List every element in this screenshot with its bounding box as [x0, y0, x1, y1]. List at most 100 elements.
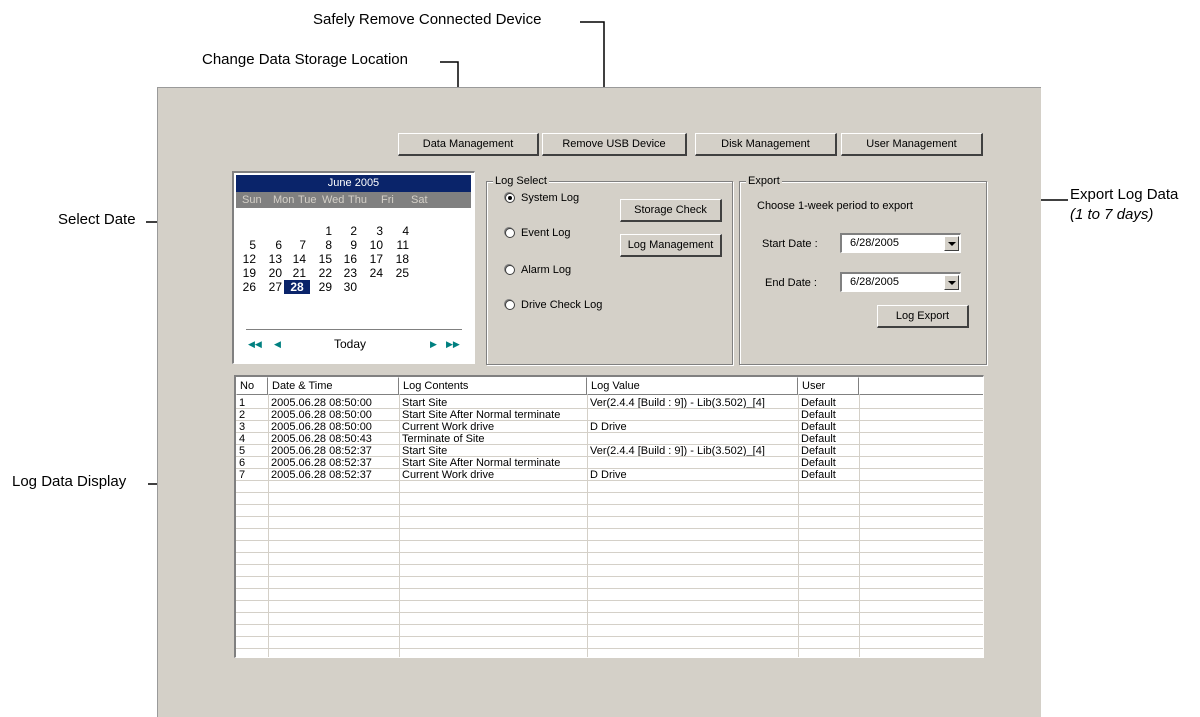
calendar-day[interactable]: 24 — [365, 266, 383, 280]
radio-dot[interactable] — [505, 300, 515, 310]
calendar-day[interactable]: 15 — [314, 252, 332, 266]
column-divider — [587, 395, 588, 657]
next-year-icon[interactable]: ▶▶ — [446, 339, 460, 350]
date-calendar[interactable]: June 2005 Sun Mon Tue Wed Thu Fri Sat 12… — [232, 171, 475, 364]
row-divider — [236, 480, 983, 481]
start-date-select[interactable]: 6/28/2005 — [840, 233, 961, 253]
calendar-weekday-header: Sun Mon Tue Wed Thu Fri Sat — [236, 192, 471, 208]
disk-management-button[interactable]: Disk Management — [695, 133, 837, 156]
prev-month-icon[interactable]: ◀ — [274, 339, 281, 350]
row-divider — [236, 552, 983, 553]
remove-usb-device-button[interactable]: Remove USB Device — [542, 133, 687, 156]
row-divider — [236, 564, 983, 565]
calendar-day[interactable]: 16 — [339, 252, 357, 266]
radio-dot[interactable] — [505, 193, 515, 203]
row-divider — [236, 420, 983, 421]
radio-label: System Log — [521, 192, 580, 204]
column-divider — [859, 395, 860, 657]
calendar-day[interactable]: 27 — [264, 280, 282, 294]
row-divider — [236, 492, 983, 493]
radio-system-log[interactable]: System Log — [505, 192, 579, 204]
weekday-label: Fri — [381, 194, 394, 206]
next-month-icon[interactable]: ▶ — [430, 339, 437, 350]
column-header[interactable] — [859, 377, 983, 395]
start-date-label: Start Date : — [762, 238, 818, 250]
calendar-day[interactable]: 6 — [264, 238, 282, 252]
row-divider — [236, 576, 983, 577]
row-divider — [236, 648, 983, 649]
column-header[interactable]: Log Value — [587, 377, 798, 395]
calendar-day[interactable]: 26 — [238, 280, 256, 294]
calendar-day[interactable]: 25 — [391, 266, 409, 280]
column-header[interactable]: No — [236, 377, 268, 395]
calendar-day[interactable]: 17 — [365, 252, 383, 266]
column-divider — [268, 395, 269, 657]
column-header[interactable]: Date & Time — [268, 377, 399, 395]
calendar-day[interactable]: 21 — [288, 266, 306, 280]
calendar-day[interactable]: 14 — [288, 252, 306, 266]
log-data-table[interactable]: No Date & Time Log Contents Log Value Us… — [234, 375, 984, 658]
calendar-day[interactable]: 7 — [288, 238, 306, 252]
calendar-day[interactable]: 10 — [365, 238, 383, 252]
calendar-day[interactable]: 11 — [391, 238, 409, 252]
radio-event-log[interactable]: Event Log — [505, 227, 571, 239]
calendar-day[interactable]: 4 — [391, 224, 409, 238]
storage-check-button[interactable]: Storage Check — [620, 199, 722, 222]
annotation-change-storage: Change Data Storage Location — [202, 51, 408, 68]
chevron-down-icon[interactable] — [944, 275, 959, 290]
user-management-button[interactable]: User Management — [841, 133, 983, 156]
chevron-down-icon[interactable] — [944, 236, 959, 251]
column-divider — [399, 395, 400, 657]
weekday-label: Wed — [322, 194, 345, 206]
calendar-day[interactable]: 5 — [238, 238, 256, 252]
column-divider — [798, 395, 799, 657]
calendar-day-selected[interactable]: 28 — [284, 280, 310, 294]
calendar-day[interactable]: 19 — [238, 266, 256, 280]
today-button[interactable]: Today — [334, 337, 366, 351]
prev-year-icon[interactable]: ◀◀ — [248, 339, 262, 350]
column-header[interactable]: User — [798, 377, 859, 395]
calendar-day[interactable]: 8 — [314, 238, 332, 252]
row-divider — [236, 540, 983, 541]
row-divider — [236, 636, 983, 637]
radio-drive-check-log[interactable]: Drive Check Log — [505, 299, 602, 311]
calendar-day[interactable]: 3 — [365, 224, 383, 238]
log-export-button[interactable]: Log Export — [877, 305, 969, 328]
export-group: Export Choose 1-week period to export St… — [739, 175, 987, 365]
log-select-group: Log Select System Log Event Log Alarm Lo… — [486, 175, 733, 365]
data-management-button[interactable]: Data Management — [398, 133, 539, 156]
log-select-legend: Log Select — [493, 175, 549, 187]
annotation-log-display: Log Data Display — [12, 473, 127, 490]
calendar-day[interactable]: 9 — [339, 238, 357, 252]
calendar-day[interactable]: 22 — [314, 266, 332, 280]
row-divider — [236, 612, 983, 613]
column-header[interactable]: Log Contents — [399, 377, 587, 395]
calendar-day[interactable]: 18 — [391, 252, 409, 266]
log-management-button[interactable]: Log Management — [620, 234, 722, 257]
main-panel: Data Management Remove USB Device Disk M… — [157, 87, 1041, 717]
radio-label: Drive Check Log — [521, 299, 603, 311]
radio-alarm-log[interactable]: Alarm Log — [505, 264, 571, 276]
calendar-day[interactable]: 1 — [314, 224, 332, 238]
radio-dot[interactable] — [505, 228, 515, 238]
radio-label: Alarm Log — [521, 264, 572, 276]
calendar-day[interactable]: 29 — [314, 280, 332, 294]
weekday-label: Thu — [348, 194, 367, 206]
annotation-export-log-sub: (1 to 7 days) — [1070, 206, 1154, 223]
radio-dot[interactable] — [505, 265, 515, 275]
calendar-day[interactable]: 20 — [264, 266, 282, 280]
calendar-day[interactable]: 2 — [339, 224, 357, 238]
row-divider — [236, 600, 983, 601]
calendar-day[interactable]: 12 — [238, 252, 256, 266]
calendar-day[interactable]: 23 — [339, 266, 357, 280]
end-date-select[interactable]: 6/28/2005 — [840, 272, 961, 292]
weekday-label: Mon — [273, 194, 295, 206]
weekday-label: Sun — [242, 194, 262, 206]
calendar-day[interactable]: 13 — [264, 252, 282, 266]
radio-label: Event Log — [521, 227, 571, 239]
row-divider — [236, 444, 983, 445]
annotation-safely-remove: Safely Remove Connected Device — [313, 11, 542, 28]
calendar-day[interactable]: 30 — [339, 280, 357, 294]
calendar-month-title: June 2005 — [236, 175, 471, 192]
row-divider — [236, 588, 983, 589]
